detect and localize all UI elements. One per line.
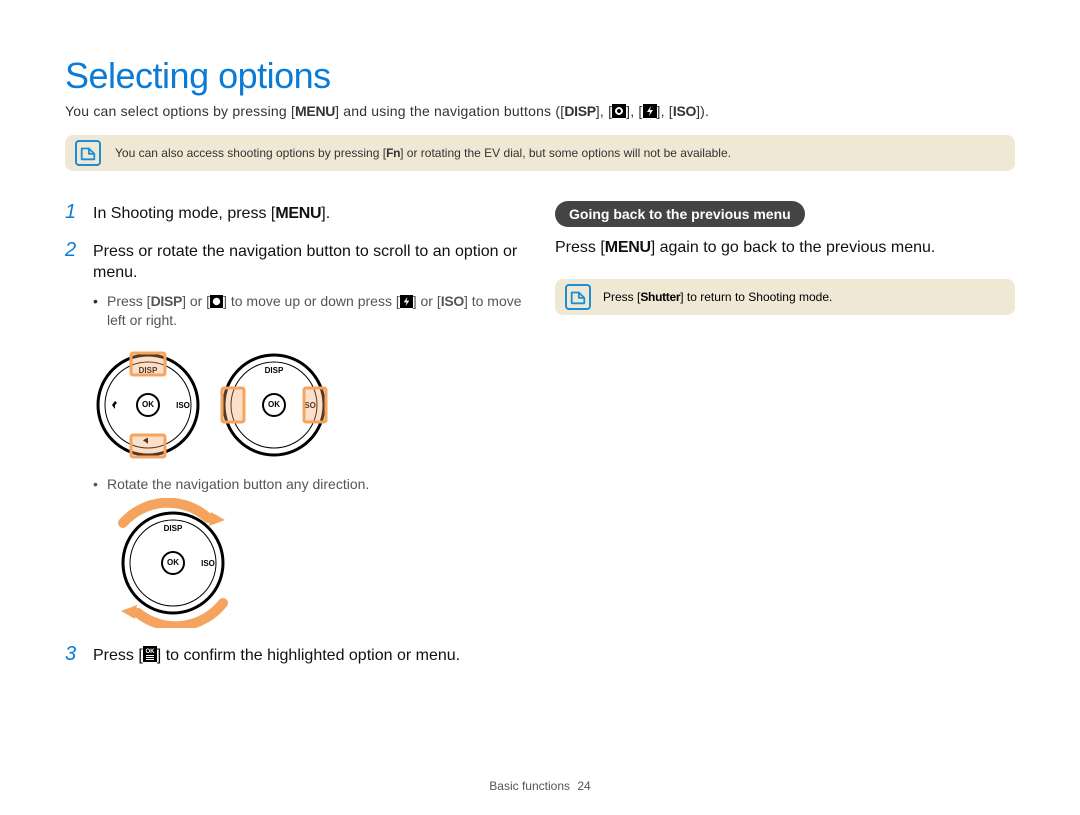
note-icon: [75, 140, 101, 166]
page-footer: Basic functions 24: [0, 779, 1080, 793]
step-number: 1: [65, 201, 83, 225]
dial-diagram-horizontal: DISP ISO OK: [219, 350, 329, 460]
fn-button-label: Fn: [386, 146, 400, 160]
iso-button-label: ISO: [673, 103, 696, 119]
sub-step: • Rotate the navigation button any direc…: [93, 476, 525, 492]
text: Press [: [93, 647, 143, 664]
page-number: 24: [577, 779, 590, 793]
note-icon: [565, 284, 591, 310]
svg-text:DISP: DISP: [164, 524, 183, 533]
page-title: Selecting options: [65, 55, 1015, 97]
step-body: In Shooting mode, press [MENU].: [93, 201, 330, 225]
macro-icon: [210, 295, 223, 308]
right-column: Going back to the previous menu Press [M…: [555, 201, 1015, 680]
step-1: 1 In Shooting mode, press [MENU].: [65, 201, 525, 225]
iso-button-label: ISO: [441, 293, 464, 309]
shutter-button-label: Shutter: [640, 290, 680, 304]
text: ]).: [696, 103, 709, 119]
iso-label: ISO: [176, 401, 190, 410]
flash-icon: [400, 295, 413, 308]
text: ] to move up or down press [: [223, 293, 400, 309]
subsection-heading: Going back to the previous menu: [555, 201, 805, 227]
left-column: 1 In Shooting mode, press [MENU]. 2 Pres…: [65, 201, 525, 680]
text: Rotate the navigation button any directi…: [107, 476, 369, 492]
menu-button-label: MENU: [295, 103, 335, 119]
text: ] to return to Shooting mode.: [680, 290, 832, 304]
ok-menu-icon: OK: [143, 646, 157, 662]
svg-text:OK: OK: [167, 558, 179, 567]
manual-page: Selecting options You can select options…: [0, 0, 1080, 815]
step-number: 3: [65, 643, 83, 667]
step-3: 3 Press [OK] to confirm the highlighted …: [65, 643, 525, 667]
ok-label: OK: [142, 400, 154, 409]
svg-text:DISP: DISP: [265, 366, 284, 375]
section-name: Basic functions: [489, 779, 570, 793]
note-text: Press [Shutter] to return to Shooting mo…: [603, 290, 832, 304]
content-columns: 1 In Shooting mode, press [MENU]. 2 Pres…: [65, 201, 1015, 680]
dial-diagram-rotate: DISP ISO OK: [93, 498, 525, 633]
text: ], [: [657, 103, 673, 119]
right-text: Press [MENU] again to go back to the pre…: [555, 239, 1015, 257]
text: In Shooting mode, press [: [93, 205, 275, 222]
step-body: Press [OK] to confirm the highlighted op…: [93, 643, 460, 667]
text: ] or rotating the EV dial, but some opti…: [400, 146, 731, 160]
step-2: 2 Press or rotate the navigation button …: [65, 239, 525, 336]
menu-button-label: MENU: [605, 239, 651, 256]
sub-step: Press [DISP] or [] to move up or down pr…: [93, 292, 525, 330]
note-text: You can also access shooting options by …: [115, 146, 731, 160]
text: ].: [321, 205, 330, 222]
menu-button-label: MENU: [275, 205, 321, 222]
disp-button-label: DISP: [564, 103, 595, 119]
text: You can select options by pressing [: [65, 103, 295, 119]
text: Press [: [555, 239, 605, 256]
disp-button-label: DISP: [151, 293, 182, 309]
text: Press [: [603, 290, 640, 304]
note-callout-top: You can also access shooting options by …: [65, 135, 1015, 171]
step-body: Press or rotate the navigation button to…: [93, 239, 525, 336]
flash-icon: [643, 104, 657, 118]
intro-text: You can select options by pressing [MENU…: [65, 103, 1015, 119]
dial-diagrams-row: DISP ISO OK: [93, 350, 525, 460]
note-callout-right: Press [Shutter] to return to Shooting mo…: [555, 279, 1015, 315]
text: ] or [: [182, 293, 210, 309]
text: ] or [: [413, 293, 441, 309]
dial-diagram-vertical: DISP ISO OK: [93, 350, 203, 460]
text: ], [: [596, 103, 612, 119]
svg-text:ISO: ISO: [201, 559, 215, 568]
text: Press [: [107, 293, 151, 309]
svg-text:OK: OK: [145, 649, 155, 655]
text: You can also access shooting options by …: [115, 146, 386, 160]
text: ], [: [626, 103, 642, 119]
text: Press or rotate the navigation button to…: [93, 243, 517, 282]
text: ] to confirm the highlighted option or m…: [157, 647, 460, 664]
macro-icon: [612, 104, 626, 118]
svg-text:OK: OK: [268, 400, 280, 409]
step-number: 2: [65, 239, 83, 336]
text: ] again to go back to the previous menu.: [651, 239, 936, 256]
text: ] and using the navigation buttons ([: [335, 103, 564, 119]
